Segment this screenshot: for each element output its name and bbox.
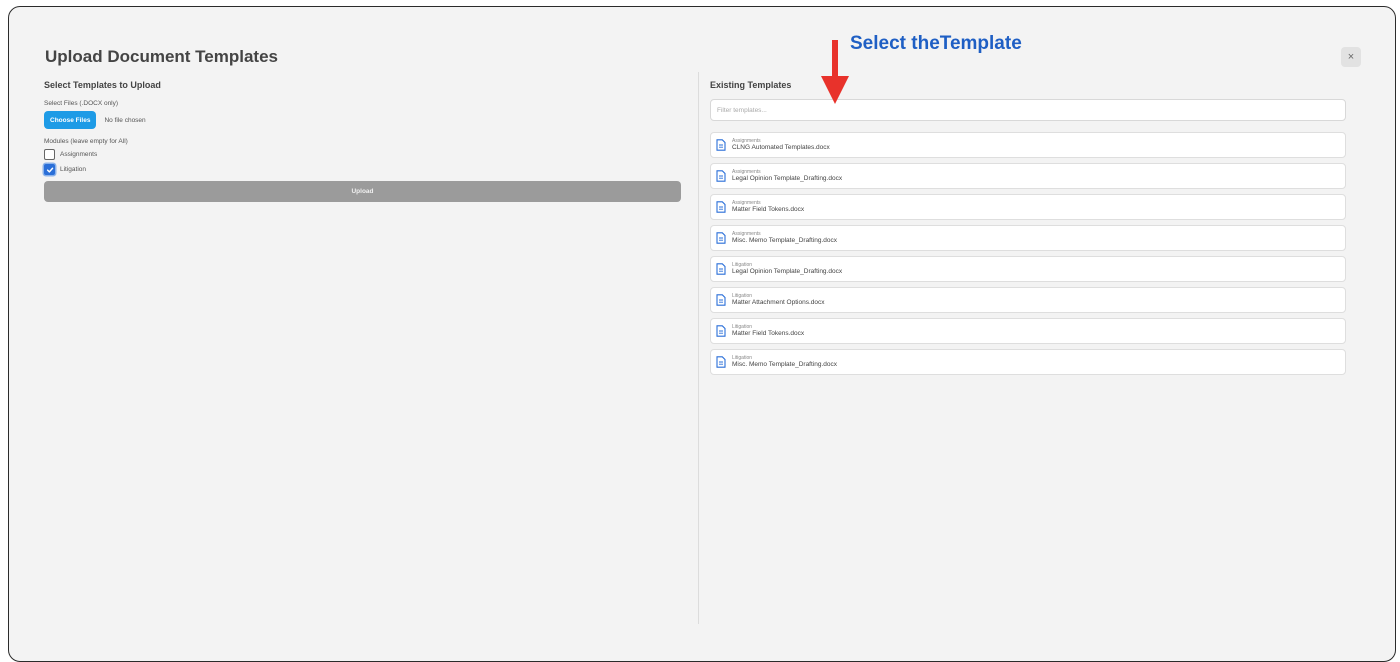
template-name: Matter Field Tokens.docx [732,330,805,338]
litigation-checkbox[interactable] [44,164,55,175]
template-name: Misc. Memo Template_Drafting.docx [732,361,838,369]
document-icon [716,139,726,151]
modules-label: Modules (leave empty for All) [44,138,128,145]
document-icon [716,170,726,182]
dialog-title: Upload Document Templates [45,47,278,66]
template-item[interactable]: Litigation Misc. Memo Template_Drafting.d… [710,349,1346,375]
upload-panel: Select Templates to Upload Select Files … [44,80,684,202]
template-name: Matter Attachment Options.docx [732,299,825,307]
file-status-text: No file chosen [104,116,146,124]
template-name: CLNG Automated Templates.docx [732,144,830,152]
template-item[interactable]: Assignments Matter Field Tokens.docx [710,194,1346,220]
annotation-label: Select theTemplate [850,33,1022,54]
filter-templates-input[interactable] [710,99,1346,121]
document-icon [716,294,726,306]
template-item[interactable]: Litigation Legal Opinion Template_Draftin… [710,256,1346,282]
file-picker: Choose Files No file chosen [44,111,684,129]
annotation-arrow-icon [821,40,849,104]
choose-files-button[interactable]: Choose Files [44,111,97,129]
assignments-label: Assignments [60,151,98,158]
document-icon [716,356,726,368]
document-icon [716,263,726,275]
document-icon [716,232,726,244]
existing-templates-title: Existing Templates [710,80,792,90]
upload-button[interactable]: Upload [44,181,681,202]
module-litigation-option[interactable]: Litigation [44,164,684,175]
checkmark-icon [46,167,53,173]
template-name: Legal Opinion Template_Drafting.docx [732,175,843,183]
template-item[interactable]: Litigation Matter Attachment Options.docx [710,287,1346,313]
template-item[interactable]: Assignments Legal Opinion Template_Drafti… [710,163,1346,189]
templates-list: Assignments CLNG Automated Templates.docx… [710,132,1346,375]
litigation-label: Litigation [60,166,87,173]
close-button[interactable]: × [1341,47,1361,67]
document-icon [716,201,726,213]
files-label: Select Files (.DOCX only) [44,100,119,107]
assignments-checkbox[interactable] [44,149,55,160]
existing-templates-panel: Existing Templates AssignmentsCLNG Autom… [710,80,1346,380]
upload-section-title: Select Templates to Upload [44,80,161,90]
template-name: Matter Field Tokens.docx [732,206,805,214]
module-assignments-option[interactable]: Assignments [44,149,684,160]
template-item[interactable]: Litigation Matter Field Tokens.docx [710,318,1346,344]
template-name: Misc. Memo Template_Drafting.docx [732,237,838,245]
template-name: Legal Opinion Template_Drafting.docx [732,268,843,276]
template-item[interactable]: Assignments Misc. Memo Template_Drafting.… [710,225,1346,251]
template-item[interactable]: Assignments CLNG Automated Templates.docx [710,132,1346,158]
panel-divider [698,72,699,624]
document-icon [716,325,726,337]
